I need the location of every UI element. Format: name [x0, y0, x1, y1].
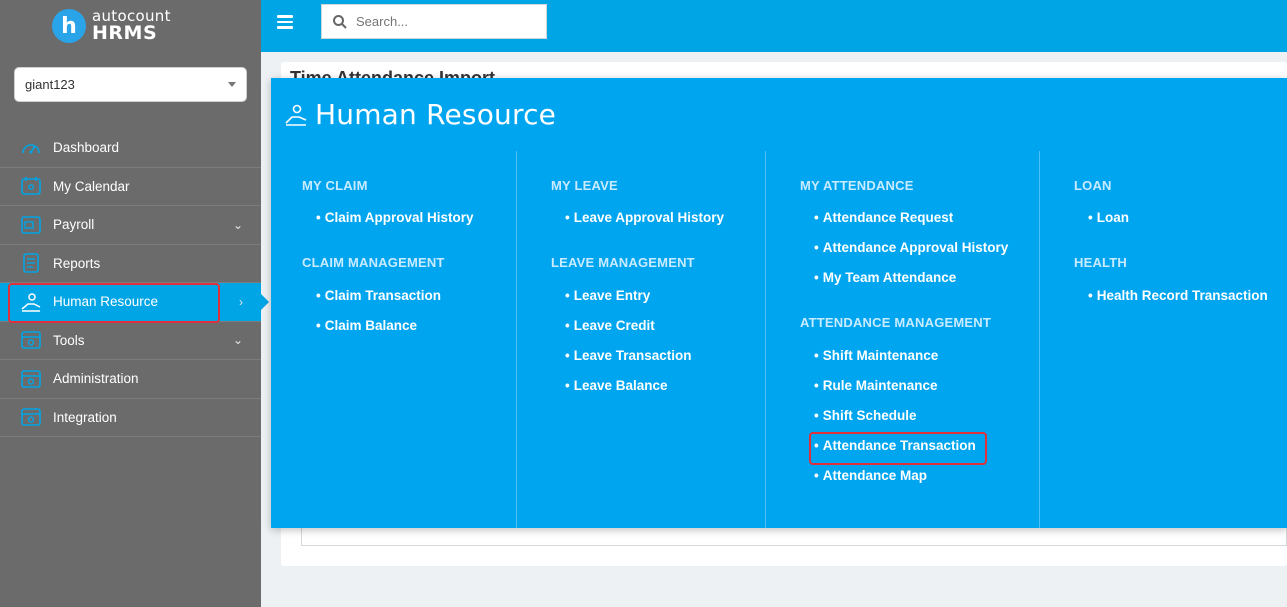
- link-leave-balance[interactable]: • Leave Balance: [565, 378, 668, 393]
- sidebar-item-label: Payroll: [53, 217, 95, 233]
- link-shift-maintenance[interactable]: • Shift Maintenance: [814, 348, 938, 363]
- menu-column-attendance: MY ATTENDANCE • Attendance Request • Atten…: [765, 151, 1039, 528]
- link-attendance-approval-history[interactable]: • Attendance Approval History: [814, 240, 1008, 255]
- section-title-health: HEALTH: [1074, 255, 1127, 270]
- admin-icon: [20, 369, 42, 389]
- company-select[interactable]: giant123: [14, 67, 247, 102]
- chevron-down-icon: ⌄: [232, 333, 243, 348]
- sidebar-item-label: Tools: [53, 332, 85, 348]
- link-my-team-attendance[interactable]: • My Team Attendance: [814, 270, 956, 285]
- link-attendance-request[interactable]: • Attendance Request: [814, 210, 953, 225]
- menu-column-leave: MY LEAVE • Leave Approval History LEAVE M…: [516, 151, 765, 528]
- menu-column-claim: MY CLAIM • Claim Approval History CLAIM M…: [271, 151, 516, 528]
- human-resource-mega-menu: Human Resource MY CLAIM • Claim Approval …: [271, 78, 1287, 528]
- caret-down-icon: [228, 82, 236, 87]
- link-leave-approval-history[interactable]: • Leave Approval History: [565, 210, 724, 225]
- company-select-value: giant123: [25, 77, 75, 92]
- section-title-attendance-management: ATTENDANCE MANAGEMENT: [800, 315, 992, 330]
- link-claim-balance[interactable]: • Claim Balance: [316, 318, 417, 333]
- sidebar-item-label: Administration: [53, 371, 139, 387]
- link-leave-credit[interactable]: • Leave Credit: [565, 318, 655, 333]
- search-input[interactable]: [356, 14, 536, 29]
- tools-icon: [20, 330, 42, 350]
- sidebar-item-dashboard[interactable]: Dashboard: [0, 129, 261, 168]
- link-leave-entry[interactable]: • Leave Entry: [565, 288, 650, 303]
- sidebar-item-administration[interactable]: Administration: [0, 360, 261, 399]
- link-claim-approval-history[interactable]: • Claim Approval History: [316, 210, 474, 225]
- section-title-loan: LOAN: [1074, 178, 1112, 193]
- payroll-icon: [20, 215, 42, 235]
- sidebar-item-integration[interactable]: Integration: [0, 399, 261, 437]
- logo-badge: h: [52, 9, 86, 43]
- sidebar-item-label: Reports: [53, 255, 101, 271]
- link-attendance-map[interactable]: • Attendance Map: [814, 468, 927, 483]
- chevron-right-icon: ›: [239, 294, 243, 309]
- integration-icon: [20, 407, 42, 427]
- section-title-leave-management: LEAVE MANAGEMENT: [551, 255, 695, 270]
- section-title-my-attendance: MY ATTENDANCE: [800, 178, 914, 193]
- sidebar-item-reports[interactable]: Reports: [0, 245, 261, 283]
- highlight-box-attendance-transaction: [809, 432, 987, 465]
- logo-line2: HRMS: [92, 22, 158, 44]
- highlight-box-human-resource: [8, 283, 220, 323]
- sidebar-item-label: My Calendar: [53, 178, 130, 194]
- hamburger-menu-icon[interactable]: [277, 15, 293, 29]
- link-loan[interactable]: • Loan: [1088, 210, 1129, 225]
- search-icon: [333, 14, 347, 29]
- link-rule-maintenance[interactable]: • Rule Maintenance: [814, 378, 938, 393]
- menu-column-loan-health: LOAN • Loan HEALTH • Health Record Transac…: [1039, 151, 1287, 528]
- mega-menu-title: Human Resource: [315, 98, 557, 131]
- link-claim-transaction[interactable]: • Claim Transaction: [316, 288, 441, 303]
- chevron-down-icon: ⌄: [232, 217, 243, 232]
- link-leave-transaction[interactable]: • Leave Transaction: [565, 348, 692, 363]
- sidebar-item-label: Integration: [53, 409, 117, 425]
- human-resource-icon: [285, 104, 307, 126]
- sidebar-item-tools[interactable]: Tools ⌄: [0, 322, 261, 360]
- section-title-my-claim: MY CLAIM: [302, 178, 368, 193]
- brand-logo[interactable]: h autocount HRMS: [52, 6, 171, 46]
- section-title-claim-management: CLAIM MANAGEMENT: [302, 255, 445, 270]
- topbar: [261, 0, 1287, 52]
- report-icon: [20, 253, 42, 274]
- gauge-icon: [20, 138, 42, 158]
- link-health-record-transaction[interactable]: • Health Record Transaction: [1088, 288, 1268, 303]
- sidebar-item-my-calendar[interactable]: My Calendar: [0, 168, 261, 206]
- calendar-icon: [20, 176, 42, 196]
- link-shift-schedule[interactable]: • Shift Schedule: [814, 408, 917, 423]
- section-title-my-leave: MY LEAVE: [551, 178, 618, 193]
- sidebar-item-payroll[interactable]: Payroll ⌄: [0, 206, 261, 245]
- sidebar-item-label: Dashboard: [53, 140, 120, 156]
- search-box[interactable]: [321, 4, 547, 39]
